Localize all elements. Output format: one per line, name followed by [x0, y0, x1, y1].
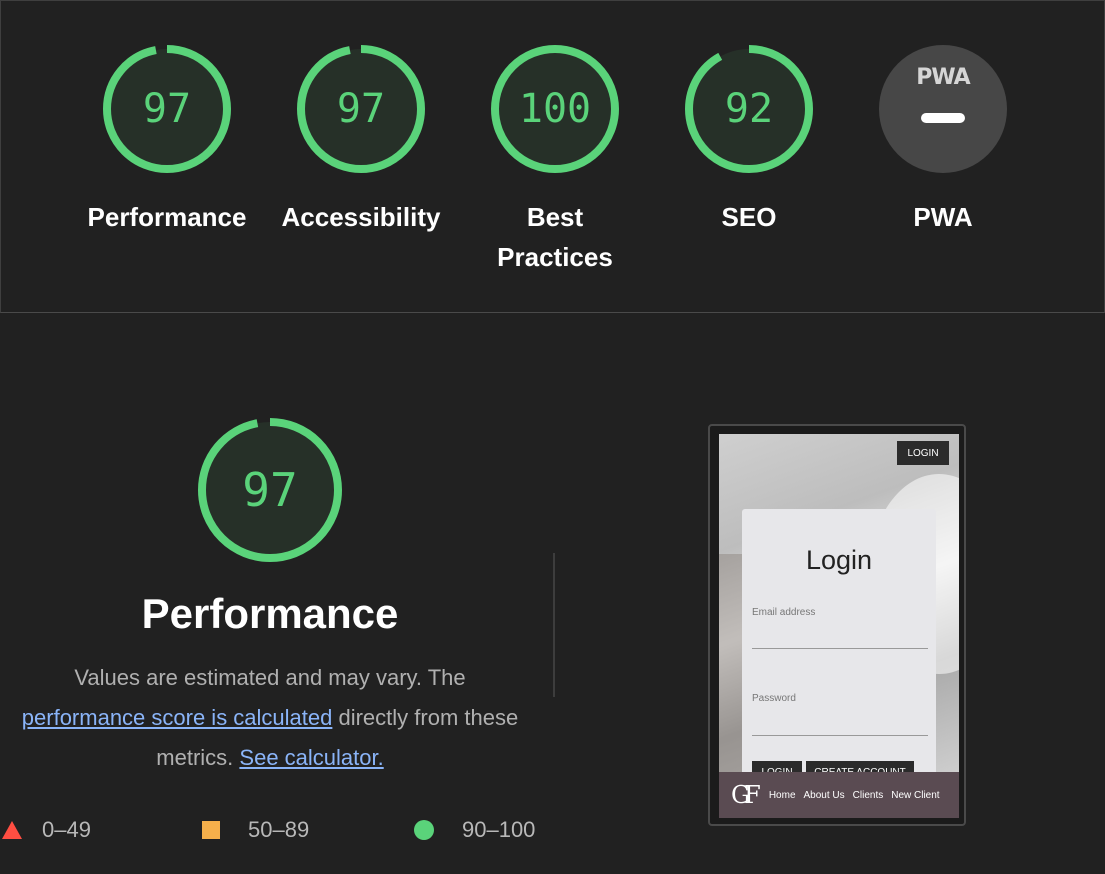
screenshot-login-card: Login Email address Password LOGIN CREAT…: [742, 509, 936, 799]
screenshot-logo: GF: [731, 781, 761, 809]
screenshot-password-label: Password: [752, 693, 796, 704]
gauge-performance[interactable]: 97 Performance: [77, 43, 257, 237]
gauge-score: 97: [336, 86, 386, 132]
category-summary: 97 Performance 97 Accessibility 100 Best…: [0, 0, 1105, 313]
gauge-label: PWA: [913, 202, 973, 232]
legend-fail-label: 0–49: [42, 817, 91, 842]
gauge-score: 92: [724, 86, 774, 132]
pwa-badge: PWA: [879, 45, 1007, 173]
legend-average-label: 50–89: [248, 817, 310, 842]
gauge-seo[interactable]: 92 SEO: [659, 43, 839, 237]
gauge-label: SEO: [721, 202, 777, 232]
pwa-logo-text: PWA: [916, 65, 970, 90]
gauge-label: Performance: [87, 202, 247, 232]
screenshot-password-line: [752, 735, 928, 736]
gauge-ring: 97: [101, 43, 233, 175]
see-calculator-link[interactable]: See calculator.: [239, 745, 383, 770]
screenshot-login-title: Login: [805, 545, 873, 575]
triangle-icon: [2, 821, 22, 839]
score-calculated-link[interactable]: performance score is calculated: [22, 705, 333, 730]
gauge-score: 97: [142, 86, 192, 132]
vertical-divider: [553, 553, 555, 697]
square-icon: [202, 821, 220, 839]
legend-fail: 0–49: [2, 812, 91, 848]
gauge-pwa[interactable]: PWA PWA: [853, 43, 1033, 237]
pwa-dash-icon: [921, 113, 965, 123]
gauge-score: 100: [518, 86, 592, 132]
desc-text: Values are estimated and may vary. The: [74, 665, 466, 690]
gauge-label: Accessibility: [281, 202, 441, 232]
screenshot-login-button: LOGIN: [897, 441, 949, 465]
final-screenshot[interactable]: LOGIN Login Email address Password LOGIN…: [708, 424, 966, 826]
screenshot-footer: GF Home About Us Clients New Client: [719, 772, 959, 818]
performance-title: Performance: [141, 590, 399, 637]
legend-pass-label: 90–100: [462, 817, 536, 842]
screenshot-nav-clients: Clients: [852, 789, 884, 801]
screenshot-email-line: [752, 648, 928, 649]
screenshot-nav-new-client: New Client: [891, 789, 940, 801]
gauge-ring: 97: [295, 43, 427, 175]
performance-description: Values are estimated and may vary. The p…: [20, 658, 520, 778]
pwa-badge-wrap: PWA: [877, 43, 1009, 175]
gauge-label: Best Practices: [497, 202, 613, 272]
screenshot-email-label: Email address: [752, 607, 816, 618]
screenshot-nav-home: Home: [768, 789, 796, 801]
legend-pass: 90–100: [414, 812, 535, 848]
circle-icon: [414, 820, 434, 840]
screenshot-nav-about: About Us: [803, 789, 845, 801]
performance-gauge-large: 97: [196, 416, 344, 564]
gauge-ring: 100: [489, 43, 621, 175]
gauge-best-practices[interactable]: 100 Best Practices: [465, 43, 645, 277]
gauge-score: 97: [242, 463, 298, 517]
gauge-ring: 92: [683, 43, 815, 175]
legend-average: 50–89: [202, 812, 309, 848]
screenshot-image: LOGIN Login Email address Password LOGIN…: [719, 434, 959, 818]
gauge-accessibility[interactable]: 97 Accessibility: [271, 43, 451, 237]
